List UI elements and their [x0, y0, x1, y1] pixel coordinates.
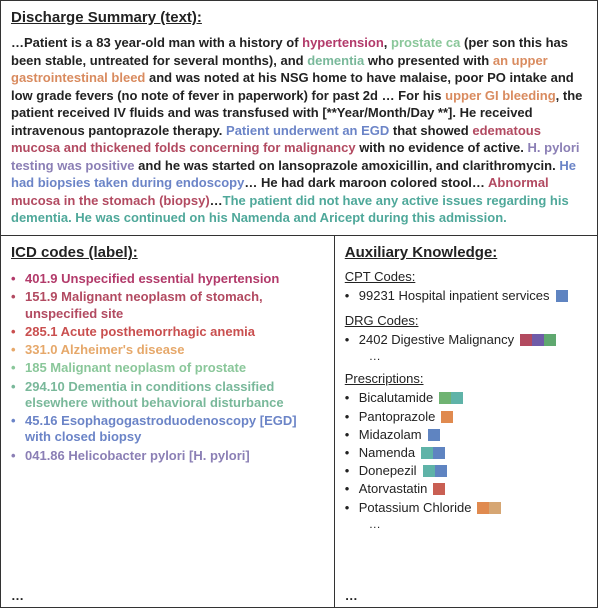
- summary-span: with no evidence of active.: [356, 140, 528, 155]
- aux-item-label: Atorvastatin: [359, 480, 428, 498]
- drg-heading: DRG Codes:: [345, 313, 587, 328]
- aux-item: Namenda: [345, 444, 587, 462]
- aux-item-label: Potassium Chloride: [359, 499, 472, 517]
- summary-span: who presented with: [364, 53, 493, 68]
- color-swatch: [451, 392, 463, 404]
- drg-more: …: [345, 349, 587, 363]
- icd-item: 185 Malignant neoplasm of prostate: [11, 360, 324, 376]
- summary-span: …: [210, 193, 223, 208]
- icd-panel: ICD codes (label): 401.9 Unspecified ess…: [1, 236, 335, 607]
- summary-span: that showed: [389, 123, 472, 138]
- aux-item: Atorvastatin: [345, 480, 587, 498]
- aux-item: Bicalutamide: [345, 389, 587, 407]
- color-swatch: [489, 502, 501, 514]
- color-swatch-group: [477, 502, 501, 514]
- icd-item: 45.16 Esophagogastroduodenoscopy [EGD] w…: [11, 413, 324, 446]
- drg-list: 2402 Digestive Malignancy: [345, 331, 587, 349]
- icd-more: …: [11, 588, 24, 603]
- icd-item: 331.0 Alzheimer's disease: [11, 342, 324, 358]
- aux-item-label: Pantoprazole: [359, 408, 436, 426]
- summary-span: hypertension: [302, 35, 384, 50]
- summary-span: upper GI bleeding: [445, 88, 556, 103]
- color-swatch-group: [421, 447, 445, 459]
- discharge-summary-title: Discharge Summary (text):: [11, 9, 587, 26]
- color-swatch-group: [439, 392, 463, 404]
- icd-item: 285.1 Acute posthemorrhagic anemia: [11, 324, 324, 340]
- color-swatch: [433, 447, 445, 459]
- color-swatch-group: [556, 290, 568, 302]
- discharge-summary-body: …Patient is a 83 year-old man with a his…: [11, 34, 587, 227]
- color-swatch: [435, 465, 447, 477]
- color-swatch-group: [423, 465, 447, 477]
- summary-span: prostate ca: [391, 35, 460, 50]
- bottom-row: ICD codes (label): 401.9 Unspecified ess…: [1, 236, 597, 607]
- aux-item-label: Midazolam: [359, 426, 422, 444]
- icd-item: 294.10 Dementia in conditions classified…: [11, 379, 324, 412]
- color-swatch: [556, 290, 568, 302]
- color-swatch: [441, 411, 453, 423]
- summary-span: dementia: [307, 53, 364, 68]
- rx-more: …: [345, 517, 587, 531]
- color-swatch: [532, 334, 544, 346]
- color-swatch-group: [433, 483, 445, 495]
- color-swatch-group: [428, 429, 440, 441]
- summary-span: ,: [384, 35, 391, 50]
- summary-span: Patient underwent an EGD: [226, 123, 389, 138]
- aux-panel: Auxiliary Knowledge: CPT Codes: 99231 Ho…: [335, 236, 597, 607]
- summary-span: and he was started on lansoprazole amoxi…: [135, 158, 560, 173]
- aux-item-label: Bicalutamide: [359, 389, 433, 407]
- aux-item: Pantoprazole: [345, 408, 587, 426]
- color-swatch-group: [441, 411, 453, 423]
- aux-item: 99231 Hospital inpatient services: [345, 287, 587, 305]
- icd-item: 401.9 Unspecified essential hypertension: [11, 271, 324, 287]
- summary-span: … He had dark maroon colored stool…: [244, 175, 488, 190]
- icd-list: 401.9 Unspecified essential hypertension…: [11, 271, 324, 464]
- color-swatch: [433, 483, 445, 495]
- color-swatch: [423, 465, 435, 477]
- aux-item-label: 99231 Hospital inpatient services: [359, 287, 550, 305]
- aux-item-label: Donepezil: [359, 462, 417, 480]
- rx-heading: Prescriptions:: [345, 371, 587, 386]
- cpt-heading: CPT Codes:: [345, 269, 587, 284]
- aux-more: …: [345, 588, 358, 603]
- icd-title: ICD codes (label):: [11, 244, 324, 261]
- aux-item: Potassium Chloride: [345, 499, 587, 517]
- discharge-summary-panel: Discharge Summary (text): …Patient is a …: [1, 1, 597, 236]
- icd-item: 151.9 Malignant neoplasm of stomach, uns…: [11, 289, 324, 322]
- figure-frame: Discharge Summary (text): …Patient is a …: [0, 0, 598, 608]
- color-swatch: [439, 392, 451, 404]
- aux-item: Midazolam: [345, 426, 587, 444]
- color-swatch: [520, 334, 532, 346]
- aux-title: Auxiliary Knowledge:: [345, 244, 587, 261]
- aux-item-label: Namenda: [359, 444, 415, 462]
- summary-span: …Patient is a 83 year-old man with a his…: [11, 35, 302, 50]
- color-swatch: [477, 502, 489, 514]
- icd-item: 041.86 Helicobacter pylori [H. pylori]: [11, 448, 324, 464]
- aux-item-label: 2402 Digestive Malignancy: [359, 331, 514, 349]
- rx-list: BicalutamidePantoprazoleMidazolamNamenda…: [345, 389, 587, 516]
- aux-item: 2402 Digestive Malignancy: [345, 331, 587, 349]
- color-swatch-group: [520, 334, 556, 346]
- color-swatch: [421, 447, 433, 459]
- aux-item: Donepezil: [345, 462, 587, 480]
- color-swatch: [428, 429, 440, 441]
- cpt-list: 99231 Hospital inpatient services: [345, 287, 587, 305]
- color-swatch: [544, 334, 556, 346]
